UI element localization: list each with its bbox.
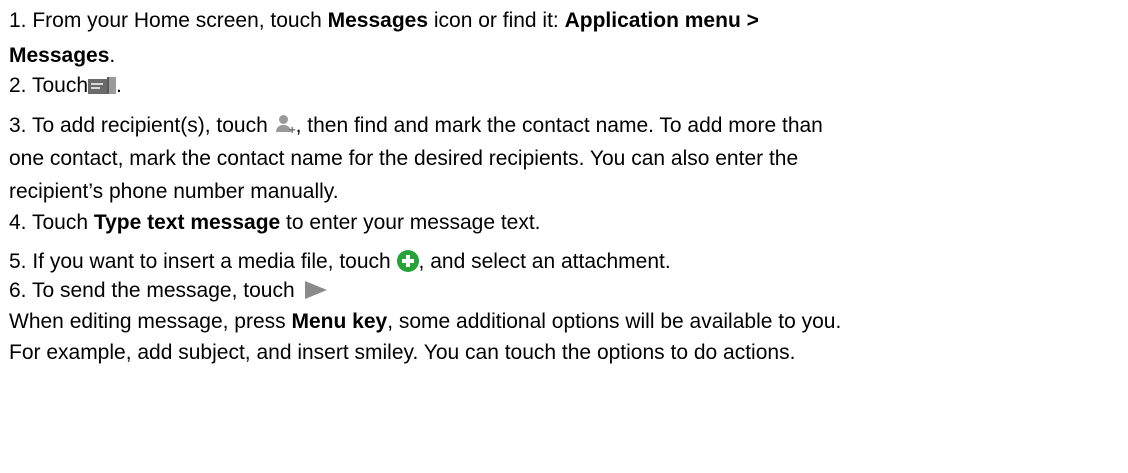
step-6-text: 6. To send the message, touch	[9, 279, 295, 302]
step-4: 4. Touch Type text message to enter your…	[9, 209, 541, 237]
step-1-text: 1. From your Home screen, touch	[9, 9, 328, 32]
note-text-2: , some additional options will be availa…	[387, 310, 842, 333]
note-line-1: When editing message, press Menu key, so…	[9, 308, 841, 336]
step-1-period: .	[109, 44, 116, 67]
application-menu-label: Application menu >	[564, 9, 759, 32]
step-4-text: 4. Touch	[9, 211, 94, 234]
step-1-line-1: 1. From your Home screen, touch Messages…	[9, 7, 759, 35]
messages-label-2: Messages	[9, 44, 110, 67]
step-3-line-1: 3. To add recipient(s), touch +, then fi…	[9, 112, 823, 140]
step-3-text: 3. To add recipient(s), touch	[9, 114, 274, 137]
step-5-text: 5. If you want to insert a media file, t…	[9, 250, 397, 273]
step-2-period: .	[116, 74, 122, 97]
messages-label: Messages	[327, 9, 429, 32]
menu-key-label: Menu key	[291, 310, 388, 333]
step-3-text-2: , then find and mark the contact name. T…	[295, 114, 823, 137]
step-5: 5. If you want to insert a media file, t…	[9, 248, 671, 276]
send-icon	[304, 281, 327, 299]
note-line-2: For example, add subject, and insert smi…	[9, 341, 796, 364]
step-6: 6. To send the message, touch	[9, 277, 327, 305]
attach-icon	[396, 250, 419, 272]
step-4-text-2: to enter your message text.	[280, 211, 541, 234]
instructions-document: 1. From your Home screen, touch Messages…	[0, 0, 1128, 473]
step-2-text: 2. Touch	[9, 74, 89, 97]
type-text-message-label: Type text message	[93, 211, 281, 234]
compose-message-icon	[88, 77, 117, 95]
step-3-line-2: one contact, mark the contact name for t…	[9, 147, 799, 170]
step-3-line-3: recipient’s phone number manually.	[9, 180, 339, 203]
step-2: 2. Touch.	[9, 72, 122, 100]
add-contact-icon: +	[274, 115, 296, 136]
step-1-text-2: icon or find it:	[428, 9, 565, 32]
step-1-line-2: Messages.	[9, 42, 115, 70]
note-text: When editing message, press	[9, 310, 292, 333]
step-5-text-2: , and select an attachment.	[418, 250, 671, 273]
